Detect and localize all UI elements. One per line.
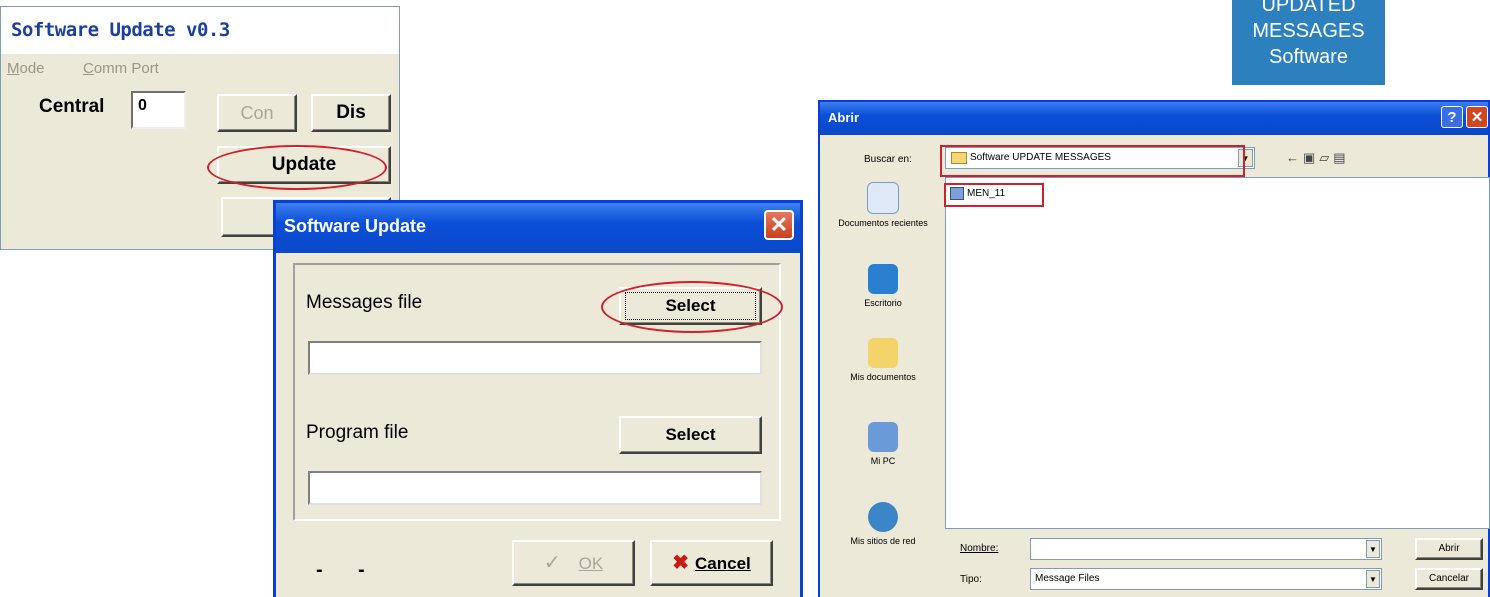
desktop-icon	[868, 264, 898, 294]
menu-bar: Mode Comm Port	[1, 54, 399, 82]
my-pc-icon	[868, 422, 898, 452]
my-documents-icon	[868, 338, 898, 368]
logo-line-3: Software	[1269, 46, 1348, 68]
status-dash: -	[316, 559, 323, 581]
abrir-button[interactable]: Abrir	[1415, 538, 1483, 560]
place-recent[interactable]: Documentos recientes	[828, 182, 938, 228]
ok-label: OK	[578, 554, 604, 573]
highlight-oval-select	[601, 281, 783, 333]
nombre-label: Nombre:	[960, 543, 999, 554]
highlight-oval-update	[207, 145, 387, 190]
close-button[interactable]: ✕	[1466, 106, 1488, 128]
nombre-field[interactable]	[1030, 538, 1382, 560]
dis-button[interactable]: Dis	[311, 94, 391, 132]
dialog-title: Software Update	[284, 216, 427, 236]
recent-documents-icon	[867, 182, 899, 214]
software-update-dialog: Software Update ✕ Messages file Select P…	[273, 200, 803, 597]
messages-file-field[interactable]	[308, 341, 762, 375]
program-file-field[interactable]	[308, 471, 762, 505]
cancelar-button[interactable]: Cancelar	[1415, 568, 1483, 590]
title-bar: Software Update	[276, 203, 800, 253]
place-desktop[interactable]: Escritorio	[828, 264, 938, 308]
logo-line-2: MESSAGES	[1252, 20, 1365, 42]
check-icon: ✓	[543, 552, 561, 574]
central-input[interactable]: 0	[131, 91, 186, 129]
up-folder-icon[interactable]: ▣	[1303, 150, 1319, 165]
cancel-x-icon: ✖	[672, 552, 689, 574]
toolbar-icons: ←▣▱▤	[1286, 150, 1350, 166]
cancel-button[interactable]: ✖ Cancel	[650, 540, 773, 586]
place-network[interactable]: Mis sitios de red	[828, 502, 938, 546]
logo-line-1: UPDATED	[1261, 0, 1356, 16]
select-program-button[interactable]: Select	[619, 416, 762, 454]
back-icon[interactable]: ←	[1286, 150, 1303, 165]
program-file-label: Program file	[306, 422, 409, 443]
dialog-title: Abrir	[828, 110, 860, 125]
network-icon	[868, 502, 898, 532]
messages-file-label: Messages file	[306, 292, 423, 313]
places-bar: Documentos recientes Escritorio Mis docu…	[828, 172, 938, 546]
tipo-combo[interactable]: Message Files	[1030, 568, 1382, 590]
place-my-documents[interactable]: Mis documentos	[828, 338, 938, 382]
tipo-label: Tipo:	[960, 574, 982, 585]
title-bar: Abrir	[820, 102, 1488, 135]
window-title: Software Update v0.3	[11, 19, 230, 41]
abrir-dialog: Abrir ? ✕ Buscar en: Software UPDATE MES…	[818, 100, 1490, 597]
file-list[interactable]	[945, 177, 1490, 529]
close-button[interactable]: ✕	[764, 210, 794, 240]
menu-comm-port[interactable]: Comm Port	[83, 60, 159, 77]
buscar-en-label: Buscar en:	[864, 154, 912, 165]
view-menu-icon[interactable]: ▤	[1333, 150, 1349, 165]
ok-button[interactable]: ✓ OK	[512, 540, 635, 586]
status-dash: -	[358, 559, 365, 581]
help-button[interactable]: ?	[1441, 106, 1463, 128]
highlight-rect-folder	[940, 145, 1245, 177]
nombre-dropdown-button[interactable]: ▼	[1366, 540, 1380, 558]
highlight-rect-file	[944, 183, 1044, 207]
new-folder-icon[interactable]: ▱	[1319, 150, 1333, 165]
place-my-pc[interactable]: Mi PC	[828, 422, 938, 466]
central-label: Central	[39, 96, 105, 117]
menu-mode[interactable]: Mode	[7, 60, 45, 77]
title-bar: Software Update v0.3	[1, 7, 399, 54]
con-button[interactable]: Con	[217, 94, 297, 132]
tipo-dropdown-button[interactable]: ▼	[1366, 570, 1380, 588]
updated-messages-logo: UPDATED MESSAGES Software	[1232, 0, 1385, 85]
cancel-label: Cancel	[695, 554, 751, 573]
